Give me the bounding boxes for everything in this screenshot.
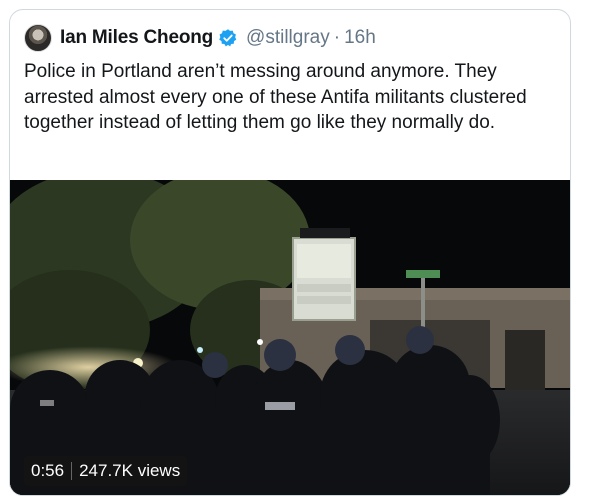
- author-handle[interactable]: @stillgray: [246, 27, 330, 49]
- avatar[interactable]: [24, 24, 52, 52]
- tweet-text: Police in Portland aren’t messing around…: [24, 61, 527, 133]
- author-name[interactable]: Ian Miles Cheong: [60, 27, 213, 49]
- video-views: 247.7K views: [79, 461, 181, 480]
- tweet-card[interactable]: Ian Miles Cheong @stillgray · 16h Police…: [9, 9, 571, 496]
- separator-dot: ·: [333, 27, 341, 48]
- video-thumbnail: [10, 180, 570, 495]
- video-stats: 0:56 247.7K views: [24, 456, 188, 486]
- video-duration: 0:56: [31, 461, 65, 480]
- verified-badge-icon: [219, 29, 237, 47]
- video-player[interactable]: 0:56 247.7K views: [10, 180, 570, 495]
- tweet-timestamp[interactable]: 16h: [344, 27, 376, 49]
- tweet-header: Ian Miles Cheong @stillgray · 16h: [24, 24, 376, 52]
